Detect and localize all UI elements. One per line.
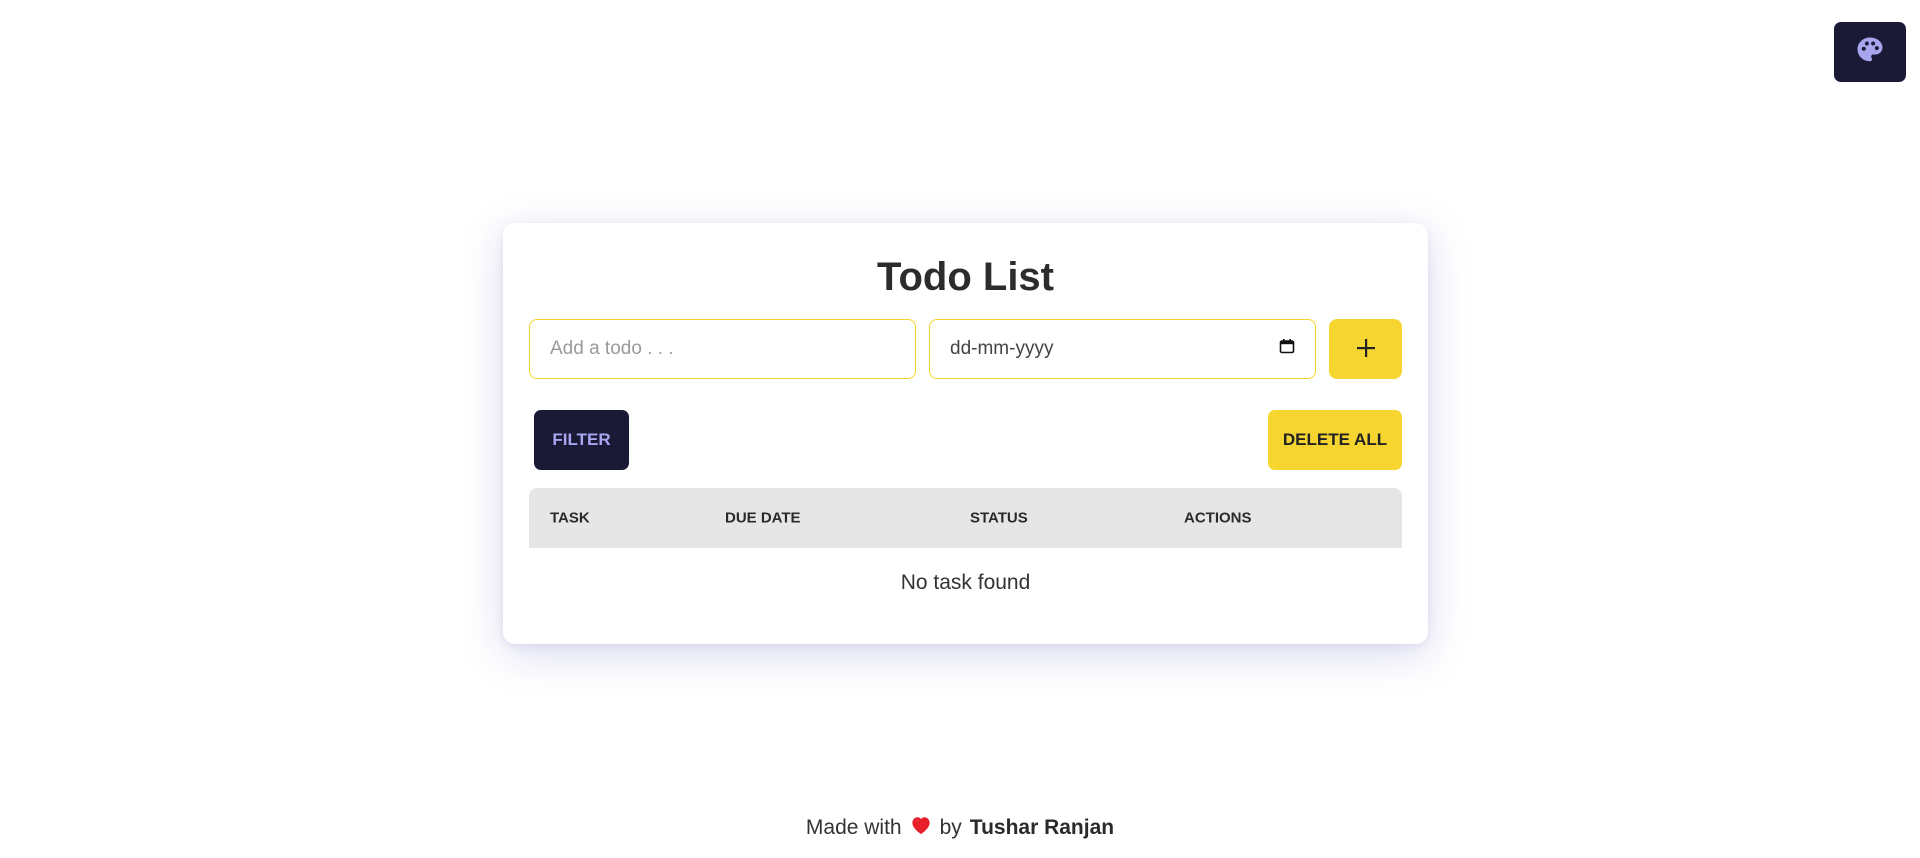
column-header-actions: ACTIONS xyxy=(1184,509,1252,527)
palette-icon xyxy=(1855,35,1885,70)
footer-author: Tushar Ranjan xyxy=(969,816,1115,839)
todo-input[interactable] xyxy=(529,319,916,379)
theme-toggle-button[interactable] xyxy=(1834,22,1906,82)
table-header: TASK DUE DATE STATUS ACTIONS xyxy=(529,488,1402,548)
calendar-icon[interactable] xyxy=(1279,338,1295,360)
plus-icon xyxy=(1355,337,1377,362)
due-date-input[interactable]: dd-mm-yyyy xyxy=(929,319,1316,379)
filter-button[interactable]: FILTER xyxy=(534,410,629,470)
footer-prefix: Made with xyxy=(805,816,902,839)
todo-card: Todo List dd-mm-yyyy FILTER DELETE ALL T… xyxy=(503,223,1428,644)
add-todo-button[interactable] xyxy=(1329,319,1402,379)
page-title: Todo List xyxy=(877,255,1054,299)
column-header-status: STATUS xyxy=(970,509,1028,527)
delete-all-button[interactable]: DELETE ALL xyxy=(1268,410,1402,470)
footer-by: by xyxy=(939,816,962,839)
column-header-task: TASK xyxy=(550,509,590,527)
footer: Made with by Tushar Ranjan xyxy=(0,815,1920,841)
column-header-due-date: DUE DATE xyxy=(725,509,801,527)
date-placeholder: dd-mm-yyyy xyxy=(950,338,1054,359)
heart-icon xyxy=(910,815,932,841)
empty-state-message: No task found xyxy=(900,571,1031,594)
